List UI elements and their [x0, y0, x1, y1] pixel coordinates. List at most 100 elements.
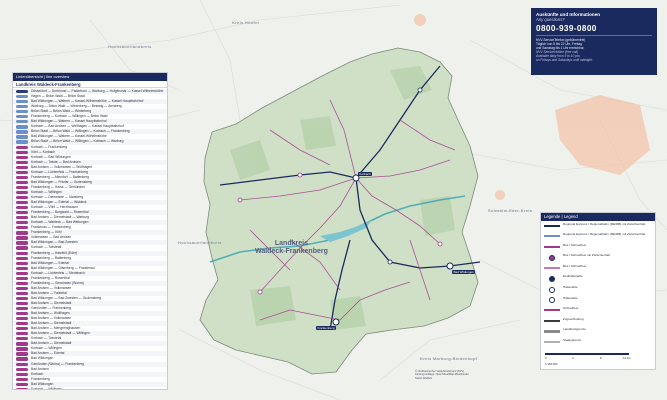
scale-segment: [545, 353, 573, 355]
legend-symbol-icon: [549, 286, 555, 293]
overview-line-text: Bad Arolsen — Edertal: [31, 351, 65, 356]
legend-label: Haltestelle: [563, 285, 578, 290]
overview-line-text: Bad Wildungen — Bad Zwesten — Gudensberg: [31, 295, 102, 300]
legend-symbol-icon: [544, 319, 560, 323]
line-badge-icon: [16, 160, 28, 164]
line-badge-icon: [16, 195, 28, 200]
overview-line-text: Gemünden — Frankenberg: [31, 306, 72, 311]
overview-line-text: Bad Arolsen: [31, 366, 49, 371]
overview-line-text: Korbach — Twiste — Bad Arolsen: [31, 159, 81, 164]
legend-symbol-icon: [549, 254, 555, 261]
overview-line-text: Bad Wildungen — Wabern — Kassel-Wilhelms…: [31, 99, 144, 104]
line-overview-panel: Linienübersicht | line overview Landkrei…: [12, 72, 168, 390]
line-badge-icon: [16, 150, 28, 154]
line-badge-icon: [16, 281, 28, 285]
overview-line-text: Bad Wildungen — Bad Zwesten: [31, 240, 78, 245]
overview-line-text: Gemünden (Wohra) — Frankenberg: [31, 361, 84, 366]
info-box: Auskünfte und Informationen Any question…: [531, 8, 657, 75]
overview-line-text: Frankenberg — Rosenthal: [31, 275, 70, 280]
overview-line-text: Bad Wildungen: [31, 356, 54, 361]
line-badge-icon: [16, 337, 28, 341]
line-badge-icon: [16, 266, 28, 270]
overview-line-text: Frankenberg — Burgwald — Rosenthal: [31, 210, 89, 215]
overview-line-text: Korbach — Twistetal: [31, 245, 62, 250]
overview-line-text: Bad Wildungen — Gilserberg — Frankenau: [31, 265, 95, 270]
legend-item: Endhaltestelle: [541, 274, 655, 285]
line-badge-icon: [16, 372, 28, 376]
line-badge-icon: [16, 206, 28, 210]
legend-label: Bus / Schnellbus: [563, 242, 587, 247]
legend-item: Regional Express / Regionalbahn (RE/RB) …: [541, 221, 655, 232]
legend-symbol-icon: [544, 330, 560, 333]
overview-line-text: Vöhl — Korbach: [31, 149, 56, 154]
overview-line-text: Bad Wildungen — Edertal: [31, 260, 69, 265]
line-badge-icon: [16, 312, 28, 316]
legend-label: Endhaltestelle: [563, 274, 583, 279]
hub-korbach[interactable]: Korbach: [358, 172, 373, 176]
overview-line-text: Frankenau — Frankenberg: [31, 225, 71, 230]
legend-label: Regional Express / Regionalbahn (RE/RB) …: [563, 232, 646, 237]
line-badge-icon: [16, 291, 28, 296]
line-badge-icon: [16, 276, 28, 280]
overview-line-text: Bad Arolsen — Diemelstadt — Willingen: [31, 331, 90, 336]
overview-line-text: Korbach — Frankenberg: [31, 144, 68, 149]
line-badge-icon: [16, 286, 28, 291]
info-line-en: on Fridays and Saturdays until midnight.: [536, 58, 593, 63]
line-badge-icon: [16, 125, 28, 129]
service-phone-number[interactable]: 0800-939-0800: [536, 24, 652, 33]
overview-line-text: Warburg — Brilon Wald — Winterberg — Bes…: [31, 104, 122, 109]
line-badge-icon: [16, 201, 28, 205]
hub-frankenberg[interactable]: Frankenberg: [316, 326, 337, 330]
overview-line-text: Bad Wildungen — Wabern — Kassel-Wilhelms…: [31, 134, 107, 139]
overview-line-text: Frankenberg — Vöhl: [31, 230, 62, 235]
legend-label: Staatsgrenze: [563, 338, 582, 343]
overview-line-text: Korbach — Lichtenfels — Medebach: [31, 270, 85, 275]
hub-bad-wildungen[interactable]: Bad Wildungen: [452, 270, 476, 274]
overview-line-text: Bad Arolsen — Diemelstadt — Warburg: [31, 215, 89, 220]
line-badge-icon: [16, 135, 28, 139]
line-badge-icon: [16, 145, 28, 149]
district-name: Landkreis Waldeck-Frankenberg: [255, 240, 328, 256]
overview-line-text: Bad Arolsen — Mengeringhausen: [31, 326, 81, 331]
legend-item: Schnellbus: [541, 306, 655, 317]
overview-header: Linienübersicht | line overview: [13, 73, 167, 81]
overview-line-text: Bad Wildungen — Fritzlar — Gudensberg: [31, 179, 92, 184]
overview-line-text: Frankenberg: [31, 376, 50, 381]
line-badge-icon: [16, 130, 28, 134]
line-badge-icon: [16, 221, 28, 225]
overview-line-row[interactable]: Korbach — Willingen: [13, 387, 167, 389]
overview-line-text: Korbach — Willingen: [31, 346, 62, 351]
line-badge-icon: [16, 100, 28, 104]
legend-symbol-icon: [544, 341, 560, 344]
legend-label: Bus / Schnellbus: [563, 263, 587, 268]
line-badge-icon: [16, 332, 28, 336]
overview-line-text: Bad Arolsen — Twistetal: [31, 290, 67, 295]
legend-label: Zugverbindung: [563, 316, 584, 321]
legend-item: Bus / Schnellbus: [541, 242, 655, 253]
legend-item: Bus / Schnellbus: [541, 263, 655, 274]
legend-list: Regional Express / Regionalbahn (RE/RB) …: [541, 221, 655, 348]
legend-label: Bus / Schnellbus mit Zwischenhalt: [563, 253, 610, 258]
legend-symbol-icon: [544, 245, 560, 248]
overview-line-text: Brilon Stadt — Brilon Wald — Willingen —…: [31, 139, 124, 144]
legend-symbol-icon: [544, 266, 560, 270]
line-badge-icon: [16, 115, 28, 119]
info-title-en: Any questions?: [536, 17, 565, 23]
legend-symbol-icon: [544, 235, 560, 238]
line-badge-icon: [16, 140, 28, 144]
map-label-right-mid: Schwalm-Eder-Kreis: [488, 208, 533, 213]
line-badge-icon: [16, 296, 28, 301]
line-badge-icon: [16, 110, 28, 114]
scale-bar: 0 4 8 12 km: [545, 353, 631, 360]
line-badge-icon: [16, 256, 28, 260]
overview-list: Düsseldorf — Dortmund — Paderborn — Warb…: [13, 89, 167, 389]
overview-line-text: Bad Arolsen — Diemelstadt: [31, 321, 72, 326]
line-badge-icon: [16, 352, 28, 356]
line-badge-icon: [16, 95, 28, 99]
map-label-left-mid: Hochsauerlandkreis: [178, 240, 222, 245]
line-badge-icon: [16, 155, 28, 159]
overview-subtitle: Landkreis Waldeck-Frankenberg: [13, 81, 167, 88]
overview-line-text: Bad Arolsen — Diemelstadt: [31, 341, 72, 346]
line-badge-icon: [16, 367, 28, 371]
legend-item: Bus / Schnellbus mit Zwischenhalt: [541, 253, 655, 264]
